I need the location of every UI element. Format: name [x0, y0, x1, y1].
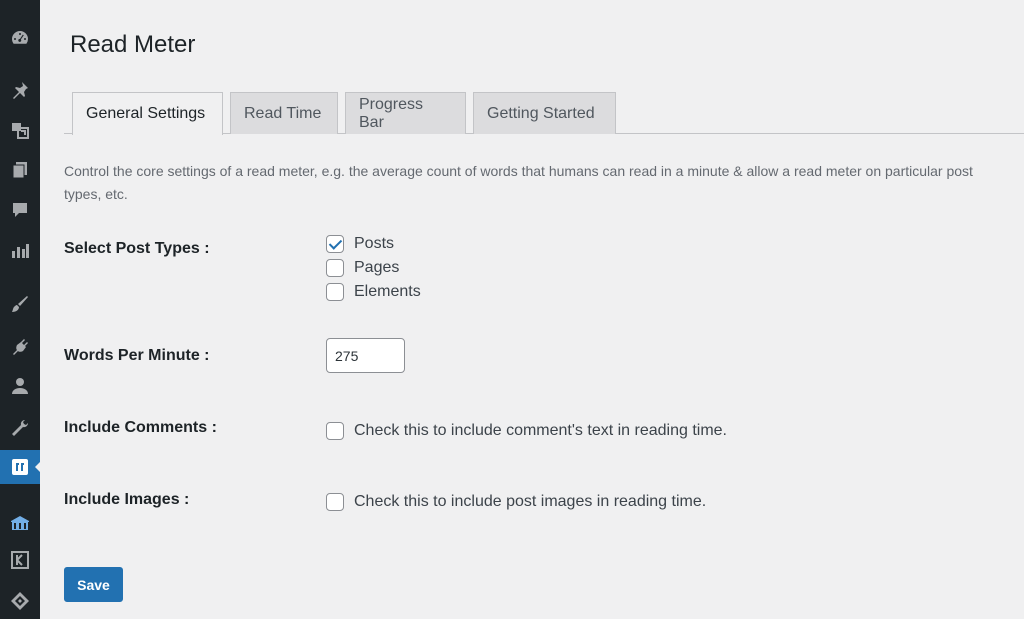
page-title: Read Meter [70, 31, 196, 58]
post-type-pages-option[interactable]: Pages [326, 258, 399, 278]
analytics-icon[interactable] [0, 233, 40, 267]
include-comments-text: Check this to include comment's text in … [354, 422, 727, 439]
admin-sidebar [0, 0, 41, 619]
save-button[interactable]: Save [64, 567, 123, 602]
include-comments-option[interactable]: Check this to include comment's text in … [326, 421, 727, 441]
post-type-pages-checkbox[interactable] [326, 259, 344, 277]
diamond-icon[interactable] [0, 584, 40, 618]
tab-getting-started[interactable]: Getting Started [473, 92, 616, 134]
read-meter-icon[interactable] [0, 450, 41, 484]
post-type-elements-option[interactable]: Elements [326, 282, 421, 302]
tab-general-settings[interactable]: General Settings [72, 92, 223, 135]
post-type-posts-option[interactable]: Posts [326, 234, 394, 254]
words-per-minute-input[interactable] [326, 338, 405, 373]
include-comments-label: Include Comments : [64, 419, 217, 436]
post-type-elements-label: Elements [354, 283, 421, 300]
building-icon[interactable] [0, 505, 40, 539]
media-icon[interactable] [0, 113, 40, 147]
include-images-label: Include Images : [64, 491, 190, 508]
dashboard-icon[interactable] [0, 21, 40, 55]
include-images-option[interactable]: Check this to include post images in rea… [326, 492, 706, 512]
words-per-minute-label: Words Per Minute : [64, 347, 210, 364]
appearance-brush-icon[interactable] [0, 287, 40, 321]
posts-pin-icon[interactable] [0, 73, 40, 107]
post-type-elements-checkbox[interactable] [326, 283, 344, 301]
include-images-text: Check this to include post images in rea… [354, 493, 707, 510]
tab-read-time[interactable]: Read Time [230, 92, 338, 134]
tools-wrench-icon[interactable] [0, 411, 40, 445]
k-logo-icon[interactable] [0, 543, 40, 577]
post-type-posts-checkbox[interactable] [326, 235, 344, 253]
users-icon[interactable] [0, 369, 40, 403]
include-images-checkbox[interactable] [326, 493, 344, 511]
comments-icon[interactable] [0, 193, 40, 227]
tab-progress-bar[interactable]: Progress Bar [345, 92, 466, 134]
include-comments-checkbox[interactable] [326, 422, 344, 440]
post-type-posts-label: Posts [354, 235, 395, 252]
main-content: Read Meter General Settings Read Time Pr… [40, 0, 1024, 619]
section-description: Control the core settings of a read mete… [64, 163, 973, 202]
plugins-icon[interactable] [0, 329, 40, 363]
pages-icon[interactable] [0, 153, 40, 187]
post-types-label: Select Post Types : [64, 240, 210, 257]
settings-tabs: General Settings Read Time Progress Bar … [64, 92, 1024, 135]
post-type-pages-label: Pages [354, 259, 400, 276]
